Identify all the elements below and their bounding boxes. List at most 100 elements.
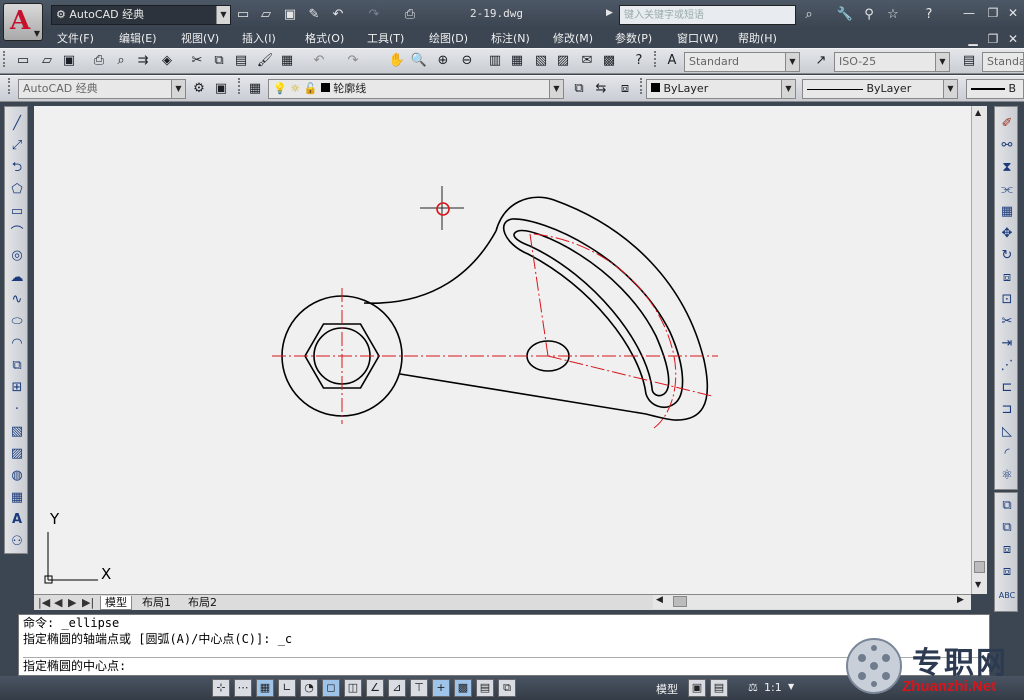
vertical-scrollbar[interactable]: ▲ ▼ — [971, 106, 987, 594]
break-at-point-icon[interactable]: ⋰ — [998, 357, 1016, 375]
bring-above-icon[interactable]: ⧈ — [998, 541, 1016, 559]
save-icon[interactable]: ▣ — [281, 6, 299, 24]
send-to-back-icon[interactable]: ⧉ — [998, 519, 1016, 537]
mirror-icon[interactable]: ⧗ — [998, 159, 1016, 177]
color-select[interactable]: ByLayer ▼ — [646, 79, 796, 99]
arc-icon[interactable]: ⌒ — [8, 225, 26, 243]
3d-object-snap-icon[interactable]: ◫ — [344, 679, 362, 697]
zoom-previous-icon[interactable]: ⊖ — [458, 52, 476, 70]
menu-edit[interactable]: 编辑(E) — [119, 30, 157, 48]
quick-view-layouts-icon[interactable]: ▣ — [688, 679, 706, 697]
tool-palettes-icon[interactable]: ▧ — [532, 52, 550, 70]
plot-icon[interactable]: ⎙ — [90, 52, 108, 70]
infer-constraints-icon[interactable]: ⊹ — [212, 679, 230, 697]
menu-help[interactable]: 帮助(H) — [738, 30, 777, 48]
fillet-icon[interactable]: ◜ — [998, 445, 1016, 463]
menu-tools[interactable]: 工具(T) — [367, 30, 404, 48]
dynamic-input-icon[interactable]: ⊤ — [410, 679, 428, 697]
region-icon[interactable]: ◍ — [8, 467, 26, 485]
workspace-select[interactable]: AutoCAD 经典 ▼ — [18, 79, 186, 99]
pan-icon[interactable]: ✋ — [388, 52, 406, 70]
hatch-icon[interactable]: ▧ — [8, 423, 26, 441]
zoom-window-icon[interactable]: ⊕ — [434, 52, 452, 70]
sheet-set-icon[interactable]: ▨ — [554, 52, 572, 70]
drawing-canvas[interactable]: Y X — [34, 106, 971, 594]
cut-icon[interactable]: ✂ — [188, 52, 206, 70]
tab-layout2[interactable]: 布局2 — [186, 596, 219, 610]
properties-icon[interactable]: ▥ — [486, 52, 504, 70]
horizontal-scrollbar[interactable]: ◀ ▶ — [653, 595, 971, 609]
tab-nav-prev-icon[interactable]: ◀ — [54, 596, 62, 610]
copy-icon[interactable]: ⧉ — [210, 52, 228, 70]
table-style-select[interactable]: Standa — [982, 52, 1024, 72]
star-icon[interactable]: ☆ — [884, 6, 902, 24]
menu-parametric[interactable]: 参数(P) — [615, 30, 652, 48]
scroll-down-icon[interactable]: ▼ — [975, 580, 981, 589]
layer-state-icon[interactable]: ⧈ — [616, 80, 634, 98]
menu-view[interactable]: 视图(V) — [181, 30, 219, 48]
tab-model[interactable]: 模型 — [100, 596, 132, 610]
markup-icon[interactable]: ✉ — [578, 52, 596, 70]
trim-icon[interactable]: ✂ — [998, 313, 1016, 331]
break-icon[interactable]: ⊏ — [998, 379, 1016, 397]
restore-icon[interactable]: ❐ — [986, 6, 1000, 20]
open-icon[interactable]: ▱ — [38, 52, 56, 70]
bring-to-front-icon[interactable]: ⧉ — [998, 497, 1016, 515]
close-icon[interactable]: ✕ — [1006, 6, 1020, 20]
3d-dwf-icon[interactable]: ◈ — [158, 52, 176, 70]
calculator-icon[interactable]: ▩ — [600, 52, 618, 70]
model-space-label[interactable]: 模型 — [656, 681, 678, 697]
saveas-icon[interactable]: ✎ — [305, 6, 323, 24]
grid-display-icon[interactable]: ▦ — [256, 679, 274, 697]
offset-icon[interactable]: ⫘ — [998, 181, 1016, 199]
lineweight-icon[interactable]: + — [432, 679, 450, 697]
dynamic-ucs-icon[interactable]: ⊿ — [388, 679, 406, 697]
new-icon[interactable]: ▭ — [234, 6, 252, 24]
rotate-icon[interactable]: ↻ — [998, 247, 1016, 265]
ortho-mode-icon[interactable]: ∟ — [278, 679, 296, 697]
workspace-icon[interactable]: ▣ — [212, 80, 230, 98]
doc-restore-icon[interactable]: ❐ — [986, 32, 1000, 46]
polyline-icon[interactable]: ⮌ — [8, 159, 26, 177]
polygon-icon[interactable]: ⬠ — [8, 181, 26, 199]
line-icon[interactable]: ╱ — [8, 115, 26, 133]
new-icon[interactable]: ▭ — [14, 52, 32, 70]
preview-icon[interactable]: ⌕ — [112, 52, 130, 70]
undo-icon[interactable]: ↶ — [310, 52, 328, 70]
make-current-layer-icon[interactable]: ⧉ — [570, 80, 588, 98]
menu-modify[interactable]: 修改(M) — [553, 30, 593, 48]
add-selected-icon[interactable]: ⚇ — [8, 533, 26, 551]
join-icon[interactable]: ⊐ — [998, 401, 1016, 419]
menu-format[interactable]: 格式(O) — [305, 30, 344, 48]
menu-insert[interactable]: 插入(I) — [242, 30, 276, 48]
selection-cycling-icon[interactable]: ⧉ — [498, 679, 516, 697]
annotation-scale[interactable]: 1:1 — [764, 681, 782, 694]
lineweight-select[interactable]: B — [966, 79, 1024, 99]
object-snap-tracking-icon[interactable]: ∠ — [366, 679, 384, 697]
polar-tracking-icon[interactable]: ◔ — [300, 679, 318, 697]
dim-style-icon[interactable]: ↗ — [812, 52, 830, 70]
scale-icon[interactable]: ⧈ — [998, 269, 1016, 287]
match-properties-icon[interactable]: 🖌 — [256, 52, 274, 70]
rectangle-icon[interactable]: ▭ — [8, 203, 26, 221]
make-block-icon[interactable]: ⊞ — [8, 379, 26, 397]
point-icon[interactable]: · — [8, 401, 26, 419]
undo-icon[interactable]: ↶ — [329, 6, 347, 24]
minimize-icon[interactable]: — — [962, 6, 976, 20]
hscroll-thumb[interactable] — [673, 596, 687, 607]
circle-icon[interactable]: ◎ — [8, 247, 26, 265]
multiline-text-icon[interactable]: A — [8, 511, 26, 529]
ellipse-arc-icon[interactable]: ◠ — [8, 335, 26, 353]
move-icon[interactable]: ✥ — [998, 225, 1016, 243]
search-expand-icon[interactable]: ▶ — [606, 8, 613, 18]
chamfer-icon[interactable]: ◺ — [998, 423, 1016, 441]
scroll-up-icon[interactable]: ▲ — [975, 108, 981, 117]
scroll-right-icon[interactable]: ▶ — [957, 595, 964, 605]
transparency-icon[interactable]: ▩ — [454, 679, 472, 697]
plot-icon[interactable]: ⎙ — [401, 6, 419, 24]
menu-draw[interactable]: 绘图(D) — [429, 30, 468, 48]
zoom-realtime-icon[interactable]: 🔍 — [410, 52, 428, 70]
design-center-icon[interactable]: ▦ — [508, 52, 526, 70]
workspace-settings-icon[interactable]: ⚙ — [190, 80, 208, 98]
tab-nav-first-icon[interactable]: |◀ — [38, 596, 50, 610]
